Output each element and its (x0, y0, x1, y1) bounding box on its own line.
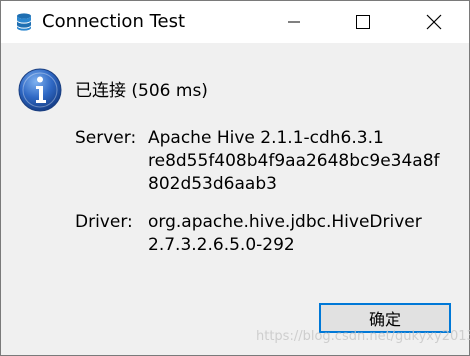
maximize-icon (356, 15, 370, 29)
connection-test-dialog: Connection Test 已连接 (506 ms) Server: Apa… (0, 0, 470, 356)
server-line: Apache Hive 2.1.1-cdh6.3.1 (148, 128, 384, 148)
minimize-button[interactable] (271, 1, 317, 43)
driver-value: org.apache.hive.jdbc.HiveDriver 2.7.3.2.… (148, 211, 422, 257)
window-title: Connection Test (42, 11, 186, 32)
server-line: 802d53d6aab3 (148, 174, 277, 194)
database-icon (17, 13, 31, 31)
title-bar: Connection Test (1, 1, 469, 43)
minimize-icon (288, 21, 300, 23)
driver-label: Driver: (75, 212, 133, 232)
server-line: re8d55f408b4f9aa2648bc9e34a8f (148, 151, 440, 171)
close-button[interactable] (411, 1, 457, 43)
watermark: https://blog.csdn.net/gukyxy2013 (256, 329, 470, 344)
driver-line: org.apache.hive.jdbc.HiveDriver (148, 212, 422, 232)
close-icon (426, 14, 442, 30)
server-label: Server: (75, 128, 137, 148)
server-value: Apache Hive 2.1.1-cdh6.3.1 re8d55f408b4f… (148, 127, 440, 196)
connection-status: 已连接 (506 ms) (75, 81, 208, 101)
info-icon (18, 68, 62, 112)
maximize-button[interactable] (340, 1, 386, 43)
driver-line: 2.7.3.2.6.5.0-292 (148, 235, 295, 255)
